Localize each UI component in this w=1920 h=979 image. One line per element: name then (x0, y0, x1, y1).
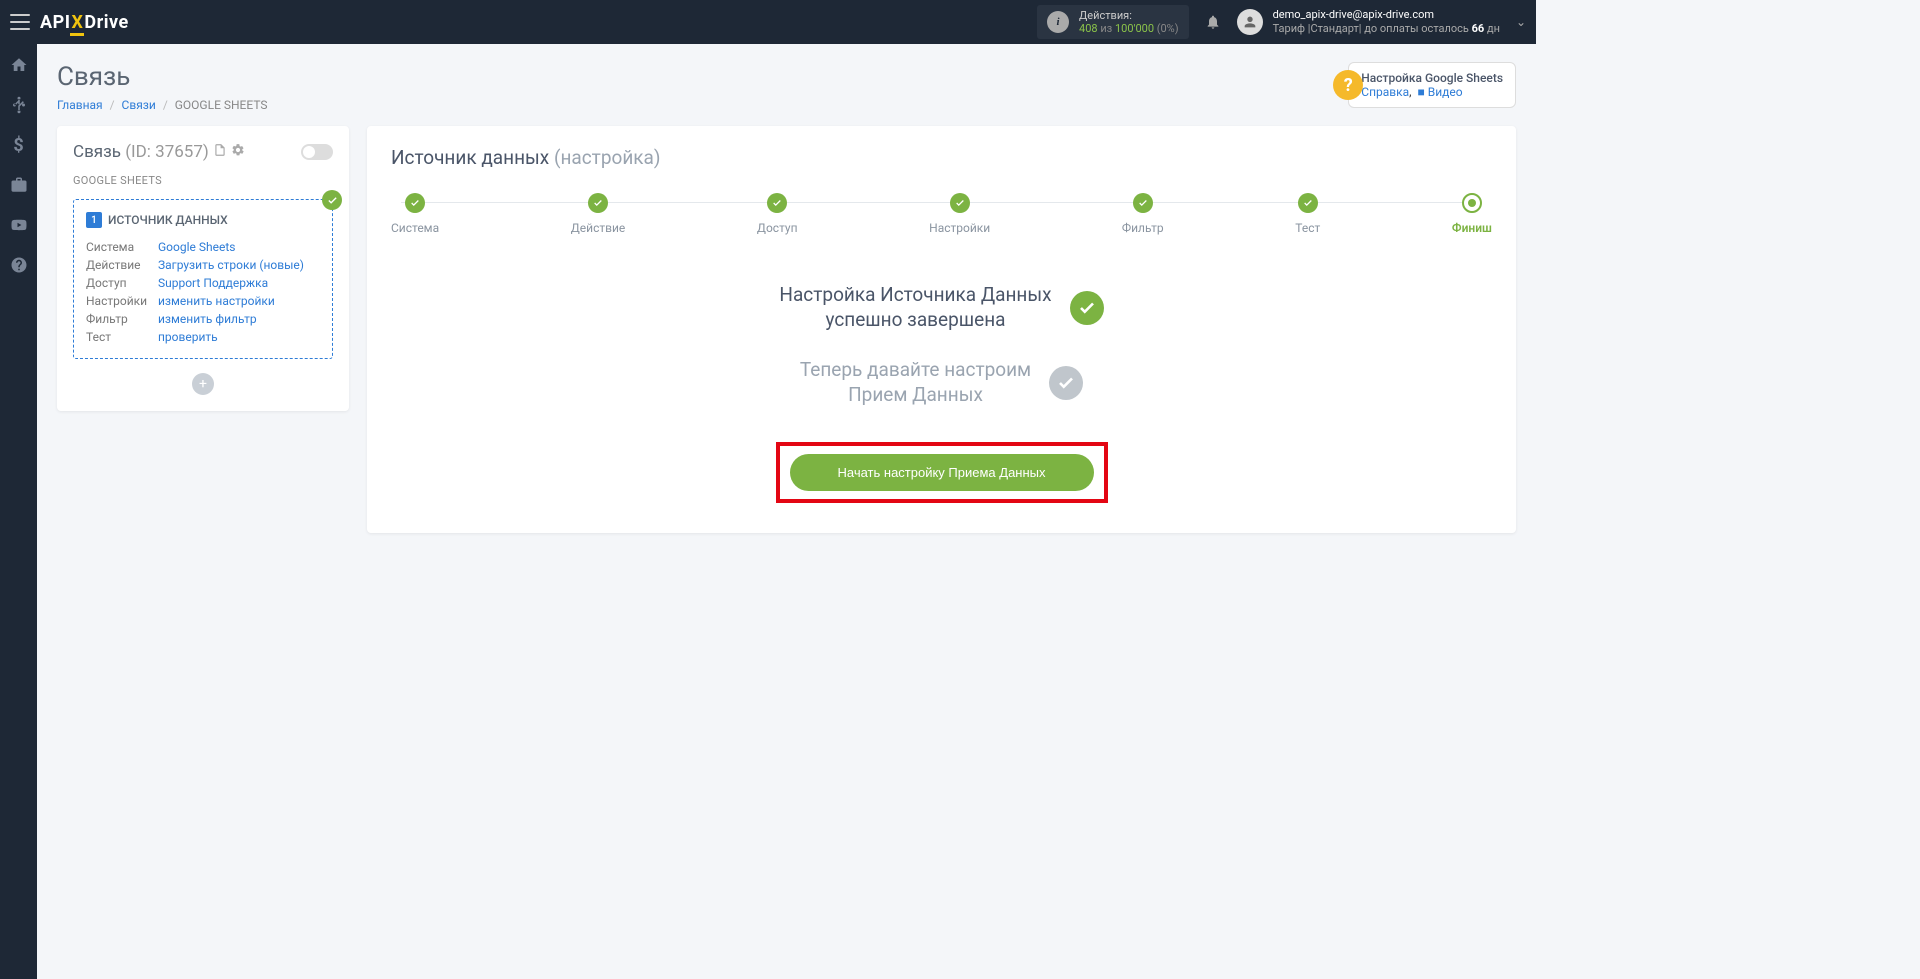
breadcrumb: Главная / Связи / GOOGLE SHEETS (57, 98, 268, 112)
help-link[interactable]: Справка (1361, 85, 1409, 99)
video-link[interactable]: Видео (1428, 85, 1463, 99)
row-link[interactable]: Загрузить строки (новые) (158, 258, 304, 272)
table-row: Настройкиизменить настройки (86, 292, 320, 310)
row-key: Фильтр (86, 310, 158, 328)
billing-icon[interactable]: $ (10, 136, 28, 154)
row-link[interactable]: изменить фильтр (158, 312, 257, 326)
logo-text: Drive (84, 12, 128, 33)
row-key: Настройки (86, 292, 158, 310)
row-link[interactable]: изменить настройки (158, 294, 275, 308)
source-table: СистемаGoogle SheetsДействиеЗагрузить ст… (86, 238, 320, 346)
table-row: Тестпроверить (86, 328, 320, 346)
info-icon: i (1047, 11, 1069, 33)
status-success: Настройка Источника Данных успешно завер… (622, 283, 1262, 332)
step-dot-icon (950, 193, 970, 213)
logo-text: API (40, 12, 70, 33)
logo-x: X (70, 12, 84, 36)
top-bar: APIXDrive i Действия: 408 из 100'000 (0%… (0, 0, 1536, 44)
table-row: ДействиеЗагрузить строки (новые) (86, 256, 320, 274)
step-dot-icon (405, 193, 425, 213)
add-button[interactable]: + (192, 373, 214, 395)
step-label: Система (391, 221, 439, 235)
page-content: Связь Главная / Связи / GOOGLE SHEETS ? … (37, 44, 1536, 551)
user-menu[interactable]: demo_apix-drive@apix-drive.com Тариф |Ст… (1237, 8, 1526, 37)
step-dot-icon (767, 193, 787, 213)
gear-icon[interactable] (231, 143, 245, 157)
menu-toggle-icon[interactable] (10, 14, 30, 30)
step-действие[interactable]: Действие (571, 193, 626, 235)
left-nav: $ (0, 44, 37, 979)
step-label: Тест (1295, 221, 1320, 235)
step-dot-icon (1133, 193, 1153, 213)
actions-counter[interactable]: i Действия: 408 из 100'000 (0%) (1037, 5, 1189, 39)
check-badge-icon (322, 190, 342, 210)
document-icon[interactable] (213, 143, 227, 157)
row-link[interactable]: Support Поддержка (158, 276, 268, 290)
start-destination-button[interactable]: Начать настройку Приема Данных (790, 454, 1094, 491)
step-label: Доступ (757, 221, 798, 235)
help-box: ? Настройка Google Sheets Справка, ■ Вид… (1348, 62, 1516, 108)
source-box: 1 ИСТОЧНИК ДАННЫХ СистемаGoogle SheetsДе… (73, 199, 333, 359)
step-система[interactable]: Система (391, 193, 439, 235)
status-next: Теперь давайте настроим Прием Данных (622, 358, 1262, 407)
chevron-down-icon: ⌄ (1516, 15, 1526, 29)
breadcrumb-links[interactable]: Связи (122, 98, 156, 112)
row-link[interactable]: проверить (158, 330, 218, 344)
bell-icon[interactable] (1205, 13, 1221, 31)
step-label: Фильтр (1122, 221, 1164, 235)
table-row: СистемаGoogle Sheets (86, 238, 320, 256)
step-настройки[interactable]: Настройки (929, 193, 990, 235)
main-card: Источник данных (настройка) Система Дейст… (367, 126, 1516, 533)
user-info: demo_apix-drive@apix-drive.com Тариф |Ст… (1273, 8, 1500, 37)
stepper: Система Действие Доступ Настройки Фильтр Тест… (391, 193, 1492, 235)
table-row: ДоступSupport Поддержка (86, 274, 320, 292)
source-number: 1 (86, 212, 102, 228)
source-header: 1 ИСТОЧНИК ДАННЫХ (86, 212, 320, 228)
source-title: ИСТОЧНИК ДАННЫХ (108, 213, 228, 227)
highlight-box: Начать настройку Приема Данных (776, 442, 1108, 503)
step-тест[interactable]: Тест (1295, 193, 1320, 235)
row-link[interactable]: Google Sheets (158, 240, 235, 254)
step-label: Действие (571, 221, 626, 235)
table-row: Фильтризменить фильтр (86, 310, 320, 328)
row-key: Доступ (86, 274, 158, 292)
briefcase-icon[interactable] (10, 176, 28, 194)
logo[interactable]: APIXDrive (40, 12, 129, 33)
help-title: Настройка Google Sheets (1361, 71, 1503, 85)
side-card-title: Связь (ID: 37657) (73, 142, 245, 162)
actions-text: Действия: 408 из 100'000 (0%) (1079, 9, 1179, 35)
youtube-icon[interactable] (10, 216, 28, 234)
step-label: Финиш (1452, 221, 1492, 235)
main-title: Источник данных (настройка) (391, 146, 1492, 169)
page-title: Связь (57, 62, 268, 92)
step-доступ[interactable]: Доступ (757, 193, 798, 235)
step-dot-icon (1462, 193, 1482, 213)
check-icon (1049, 366, 1083, 400)
row-key: Действие (86, 256, 158, 274)
step-фильтр[interactable]: Фильтр (1122, 193, 1164, 235)
step-финиш[interactable]: Финиш (1452, 193, 1492, 235)
avatar-icon (1237, 9, 1263, 35)
connection-side-card: Связь (ID: 37657) GOOGLE SHEETS 1 ИСТОЧН… (57, 126, 349, 411)
enable-toggle[interactable] (301, 144, 333, 160)
breadcrumb-current: GOOGLE SHEETS (175, 98, 268, 112)
home-icon[interactable] (10, 56, 28, 74)
breadcrumb-home[interactable]: Главная (57, 98, 103, 112)
step-label: Настройки (929, 221, 990, 235)
step-dot-icon (1298, 193, 1318, 213)
connections-icon[interactable] (10, 96, 28, 114)
side-subtitle: GOOGLE SHEETS (73, 174, 333, 187)
row-key: Система (86, 238, 158, 256)
step-dot-icon (588, 193, 608, 213)
question-icon: ? (1333, 70, 1363, 100)
check-icon (1070, 291, 1104, 325)
help-icon[interactable] (10, 256, 28, 274)
row-key: Тест (86, 328, 158, 346)
video-icon: ■ (1417, 85, 1424, 99)
